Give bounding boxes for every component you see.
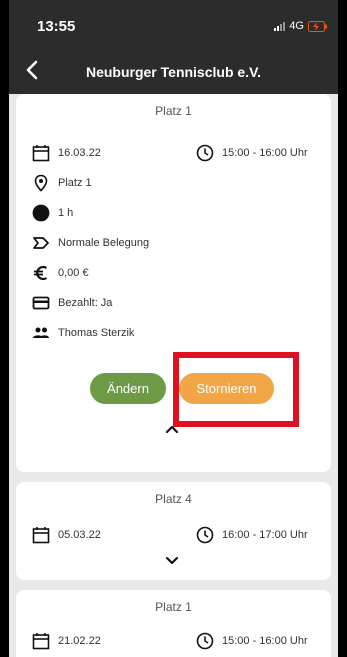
booking-paid-status: Bezahlt: Ja <box>58 297 113 309</box>
status-time: 13:55 <box>37 18 76 35</box>
signal-icon <box>274 21 286 31</box>
booking-type: Normale Belegung <box>58 237 150 249</box>
booking-time: 16:00 - 17:00 Uhr <box>222 529 308 541</box>
booking-date: 21.02.22 <box>58 635 101 647</box>
booking-duration-row: 1 h <box>32 204 73 222</box>
location-pin-icon <box>34 174 48 192</box>
booking-paid-row: Bezahlt: Ja <box>32 294 112 312</box>
booking-date-row: 21.02.22 <box>32 632 101 650</box>
booking-players-row: Thomas Sterzik <box>32 324 134 342</box>
booking-time: 15:00 - 16:00 Uhr <box>222 147 308 159</box>
chevron-down-icon[interactable] <box>165 556 179 566</box>
people-icon <box>33 327 49 338</box>
booking-court-title: Platz 1 <box>155 104 192 118</box>
euro-icon <box>34 265 48 281</box>
calendar-icon <box>32 527 50 544</box>
app-screen: 13:55 4G Neuburger Tennisclub e.V. Platz… <box>9 0 338 657</box>
card-icon <box>32 296 50 310</box>
booking-type-row: Normale Belegung <box>32 234 149 252</box>
booking-location-row: Platz 1 <box>32 174 92 192</box>
duration-icon <box>32 204 50 222</box>
booking-date: 16.03.22 <box>58 147 101 159</box>
clock-icon <box>196 632 214 650</box>
battery-charging-icon <box>308 20 327 32</box>
booking-card-collapsed[interactable]: Platz 1 21.02.22 15:00 - 16:00 Uhr <box>16 590 331 657</box>
booking-price: 0,00 € <box>58 267 89 279</box>
page-title: Neuburger Tennisclub e.V. <box>85 64 262 80</box>
booking-type-icon <box>33 237 49 249</box>
booking-date-row: 16.03.22 <box>32 144 101 162</box>
chevron-up-icon[interactable] <box>165 424 179 434</box>
booking-time: 15:00 - 16:00 Uhr <box>222 635 308 647</box>
booking-time-row: 16:00 - 17:00 Uhr <box>196 526 308 544</box>
edit-booking-button[interactable]: Ändern <box>90 373 166 404</box>
booking-price-row: 0,00 € <box>32 264 89 282</box>
clock-icon <box>196 144 214 162</box>
clock-icon <box>196 526 214 544</box>
highlight-box <box>173 352 299 427</box>
booking-date: 05.03.22 <box>58 529 101 541</box>
network-label: 4G <box>289 20 304 32</box>
navigation-bar: Neuburger Tennisclub e.V. <box>9 50 338 94</box>
calendar-icon <box>32 145 50 162</box>
booking-date-row: 05.03.22 <box>32 526 101 544</box>
booking-time-row: 15:00 - 16:00 Uhr <box>196 144 308 162</box>
booking-location: Platz 1 <box>58 177 92 189</box>
status-bar: 13:55 4G <box>9 0 338 50</box>
booking-court-title: Platz 1 <box>155 600 192 614</box>
booking-time-row: 15:00 - 16:00 Uhr <box>196 632 308 650</box>
booking-card-collapsed[interactable]: Platz 4 05.03.22 16:00 - 17:00 Uhr <box>16 482 331 580</box>
booking-players: Thomas Sterzik <box>58 327 135 339</box>
calendar-icon <box>32 633 50 650</box>
booking-court-title: Platz 4 <box>155 492 192 506</box>
status-indicators: 4G <box>274 20 328 32</box>
booking-duration: 1 h <box>58 207 74 219</box>
booking-card-expanded[interactable]: Platz 1 16.03.22 15:00 - 16:00 Uhr Platz <box>16 94 331 472</box>
